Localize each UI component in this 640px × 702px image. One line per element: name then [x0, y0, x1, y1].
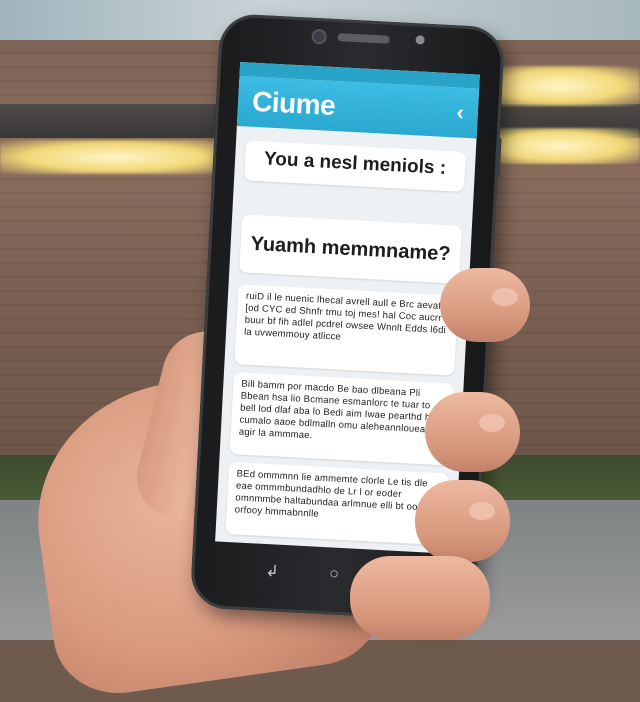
back-button-icon[interactable]: ↲: [262, 561, 283, 582]
background-light: [0, 140, 230, 174]
fingernail: [469, 502, 495, 520]
background-light: [480, 128, 640, 164]
message-bubble[interactable]: ruiD il le nuenic lhecal avrell aull e B…: [234, 284, 459, 376]
message-bubble[interactable]: Yuamh memmname?: [239, 214, 462, 284]
background-light: [480, 66, 640, 106]
message-bubble[interactable]: Bill bamm por macdo Be bao dlbeana Pli B…: [229, 372, 454, 466]
message-bubble[interactable]: BEd ommmnn lie ammemte clorle Le tis dle…: [225, 462, 449, 546]
app-title: Ciume: [251, 85, 336, 122]
earpiece-speaker: [337, 33, 390, 44]
back-arrow-icon[interactable]: ‹: [456, 99, 465, 125]
middle-finger: [425, 392, 520, 472]
message-bubble[interactable]: You a nesl meniols :: [244, 140, 466, 192]
message-text: BEd ommmnn lie ammemte clorle Le tis dle…: [234, 468, 428, 520]
fingernail: [479, 414, 505, 432]
message-text: Yuamh memmname?: [250, 232, 452, 266]
message-text: Bill bamm por macdo Be bao dlbeana Pli B…: [238, 378, 437, 442]
front-camera-icon: [313, 30, 325, 43]
message-text: ruiD il le nuenic lhecal avrell aull e B…: [243, 290, 447, 343]
index-finger: [440, 268, 530, 342]
little-finger: [350, 556, 490, 640]
fingernail: [492, 288, 518, 306]
proximity-sensor: [415, 35, 425, 45]
home-button-icon[interactable]: ○: [324, 565, 345, 584]
ring-finger: [415, 480, 510, 562]
message-text: You a nesl meniols :: [263, 148, 447, 179]
